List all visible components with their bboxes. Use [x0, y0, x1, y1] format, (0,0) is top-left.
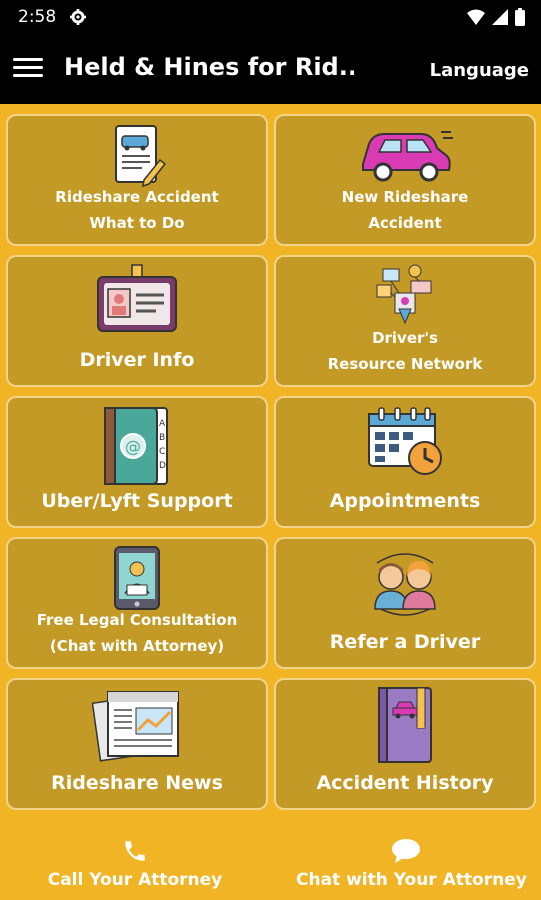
newspaper-icon [91, 686, 182, 766]
tile-label: Rideshare News [51, 772, 223, 794]
phone-icon [30, 838, 240, 868]
tile-label: Rideshare Accident What to Do [55, 188, 219, 232]
chat-attorney-label: Chat with Your Attorney [296, 870, 527, 890]
call-attorney-label: Call Your Attorney [47, 870, 223, 890]
phone-attorney-icon [109, 545, 165, 615]
tile-rideshare-accident-what-to-do[interactable]: Rideshare Accident What to Do [6, 114, 268, 246]
svg-text:A: A [159, 419, 166, 429]
app-title: Held & Hines for Rid... [64, 53, 354, 81]
tile-free-legal-consultation[interactable]: Free Legal Consultation (Chat with Attorn… [6, 537, 268, 669]
tile-label: New Rideshare Accident [341, 188, 469, 232]
status-time: 2:58 [18, 7, 57, 27]
tile-label: Driver's Resource Network [327, 329, 483, 373]
address-book-icon: @ ABCD [97, 404, 177, 492]
calendar-clock-icon [363, 404, 447, 484]
call-attorney-button[interactable]: Call Your Attorney [30, 826, 240, 900]
language-button[interactable]: Language [430, 60, 529, 81]
menu-grid: Rideshare Accident What to Do New Ridesha… [6, 114, 536, 810]
tile-label: Refer a Driver [329, 631, 481, 653]
tile-label: Accident History [316, 772, 494, 794]
tile-driver-info[interactable]: Driver Info [6, 255, 268, 387]
svg-text:D: D [159, 461, 166, 471]
tile-drivers-resource-network[interactable]: Driver's Resource Network [274, 255, 536, 387]
tile-label: Driver Info [79, 349, 195, 371]
tile-uber-lyft-support[interactable]: @ ABCD Uber/Lyft Support [6, 396, 268, 528]
chat-attorney-button[interactable]: Chat with Your Attorney [296, 826, 527, 900]
status-bar: 2:58 [0, 0, 541, 36]
id-card-icon [92, 263, 182, 341]
tile-new-rideshare-accident[interactable]: New Rideshare Accident [274, 114, 536, 246]
tile-appointments[interactable]: Appointments [274, 396, 536, 528]
wifi-icon [467, 9, 485, 29]
tile-accident-history[interactable]: Accident History [274, 678, 536, 810]
hamburger-menu-icon[interactable] [10, 54, 46, 84]
app-bar: Held & Hines for Rid... Language [0, 36, 541, 104]
people-icon [363, 545, 447, 625]
tile-label: Free Legal Consultation (Chat with Attorn… [36, 611, 238, 655]
settings-gear-icon [70, 9, 86, 29]
signal-icon [492, 9, 508, 29]
battery-icon [515, 8, 525, 30]
tile-label: Uber/Lyft Support [41, 490, 233, 512]
chat-bubble-icon [296, 838, 516, 868]
svg-text:@: @ [125, 437, 141, 456]
tile-refer-a-driver[interactable]: Refer a Driver [274, 537, 536, 669]
bottom-action-bar: Call Your Attorney Chat with Your Attorn… [0, 826, 541, 900]
notebook-car-icon [373, 686, 437, 772]
tile-label: Appointments [329, 490, 481, 512]
network-icon [375, 263, 435, 331]
svg-text:B: B [159, 433, 165, 443]
tile-rideshare-news[interactable]: Rideshare News [6, 678, 268, 810]
svg-text:C: C [159, 447, 165, 457]
